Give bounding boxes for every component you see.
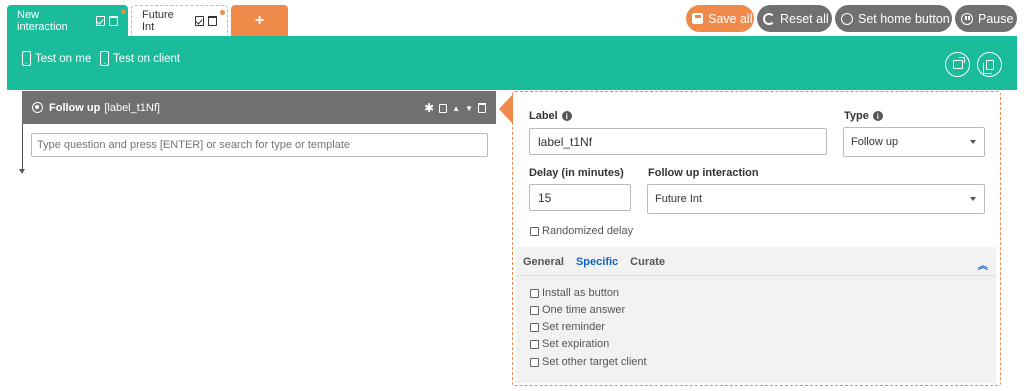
tab-general[interactable]: General: [523, 256, 564, 268]
settings-tabs: General Specific Curate: [523, 256, 665, 268]
test-on-client-button[interactable]: Test on client: [100, 51, 180, 66]
unsaved-dot: [220, 10, 225, 15]
collapse-icon[interactable]: ︽: [978, 257, 988, 272]
checkbox[interactable]: [530, 339, 539, 349]
checkbox[interactable]: [530, 288, 539, 298]
flow-arrow-icon: [19, 169, 25, 174]
reset-icon: [763, 12, 775, 25]
add-tab-button[interactable]: +: [231, 5, 288, 36]
move-down-icon[interactable]: ▼: [465, 104, 473, 113]
tabs-divider: [516, 275, 996, 276]
save-all-button[interactable]: Save all: [686, 5, 754, 32]
delay-input[interactable]: 15: [529, 184, 631, 211]
trash-icon[interactable]: [478, 103, 486, 113]
save-icon: [692, 13, 703, 24]
share-icon: [952, 57, 965, 69]
randomized-delay-checkbox[interactable]: Randomized delay: [530, 225, 633, 237]
label-input[interactable]: label_t1Nf: [529, 128, 827, 155]
copy-icon: [982, 59, 994, 74]
check-icon[interactable]: [195, 16, 204, 26]
tab-label: New interaction: [17, 8, 68, 33]
label-field-title: Label i: [529, 110, 572, 122]
top-tab-bar: New interaction Future Int + Save all Re…: [0, 0, 1024, 36]
circle-icon: [841, 12, 853, 25]
node-label: [label_t1Nf]: [104, 101, 160, 114]
unsaved-dot: [121, 9, 126, 14]
node-radio-icon: [32, 102, 43, 113]
type-select[interactable]: Follow up: [843, 127, 985, 157]
node-title: Follow up: [49, 101, 101, 114]
tab-specific[interactable]: Specific: [576, 256, 618, 268]
followup-field-title: Follow up interaction: [648, 167, 759, 179]
delay-field-title: Delay (in minutes): [529, 167, 624, 179]
test-on-me-button[interactable]: Test on me: [22, 51, 91, 66]
trash-icon[interactable]: [208, 16, 217, 26]
option-set-expiration[interactable]: Set expiration: [530, 338, 609, 350]
pause-icon: [961, 12, 973, 25]
reset-all-button[interactable]: Reset all: [757, 5, 832, 32]
option-set-other-target-client[interactable]: Set other target client: [530, 356, 647, 368]
move-up-icon[interactable]: ▲: [452, 104, 460, 113]
tab-future-int[interactable]: Future Int: [131, 5, 228, 36]
pause-button[interactable]: Pause: [955, 5, 1017, 32]
export-button[interactable]: [945, 52, 970, 77]
question-search-input[interactable]: [32, 134, 487, 156]
set-home-button[interactable]: Set home button: [835, 5, 952, 32]
phone-icon: [22, 51, 31, 66]
checkbox[interactable]: [530, 357, 539, 367]
duplicate-button[interactable]: [977, 52, 1002, 77]
option-one-time-answer[interactable]: One time answer: [530, 304, 625, 316]
dropdown-caret-icon: [970, 197, 976, 201]
checkbox[interactable]: [530, 305, 539, 315]
tab-new-interaction[interactable]: New interaction: [7, 5, 128, 36]
dropdown-caret-icon: [970, 140, 976, 144]
followup-select[interactable]: Future Int: [647, 184, 985, 214]
check-icon[interactable]: [96, 15, 105, 26]
tab-curate[interactable]: Curate: [630, 256, 665, 268]
tab-label: Future Int: [142, 9, 174, 33]
trash-icon[interactable]: [109, 15, 118, 26]
question-search-box[interactable]: [31, 133, 488, 157]
copy-icon[interactable]: [439, 103, 448, 113]
type-field-title: Type i: [844, 110, 883, 122]
node-header[interactable]: Follow up [label_t1Nf] ✱ ▲ ▼: [22, 91, 496, 124]
phone-icon: [100, 51, 109, 66]
info-icon[interactable]: i: [872, 111, 883, 121]
info-icon[interactable]: i: [561, 111, 572, 121]
asterisk-icon[interactable]: ✱: [424, 101, 434, 115]
checkbox[interactable]: [530, 322, 539, 332]
panel-pointer: [499, 94, 513, 124]
checkbox[interactable]: [530, 226, 539, 236]
interaction-toolbar: Test on me Test on client: [7, 36, 1017, 90]
flow-connector-line: [22, 124, 23, 171]
option-install-as-button[interactable]: Install as button: [530, 287, 619, 299]
option-set-reminder[interactable]: Set reminder: [530, 321, 605, 333]
